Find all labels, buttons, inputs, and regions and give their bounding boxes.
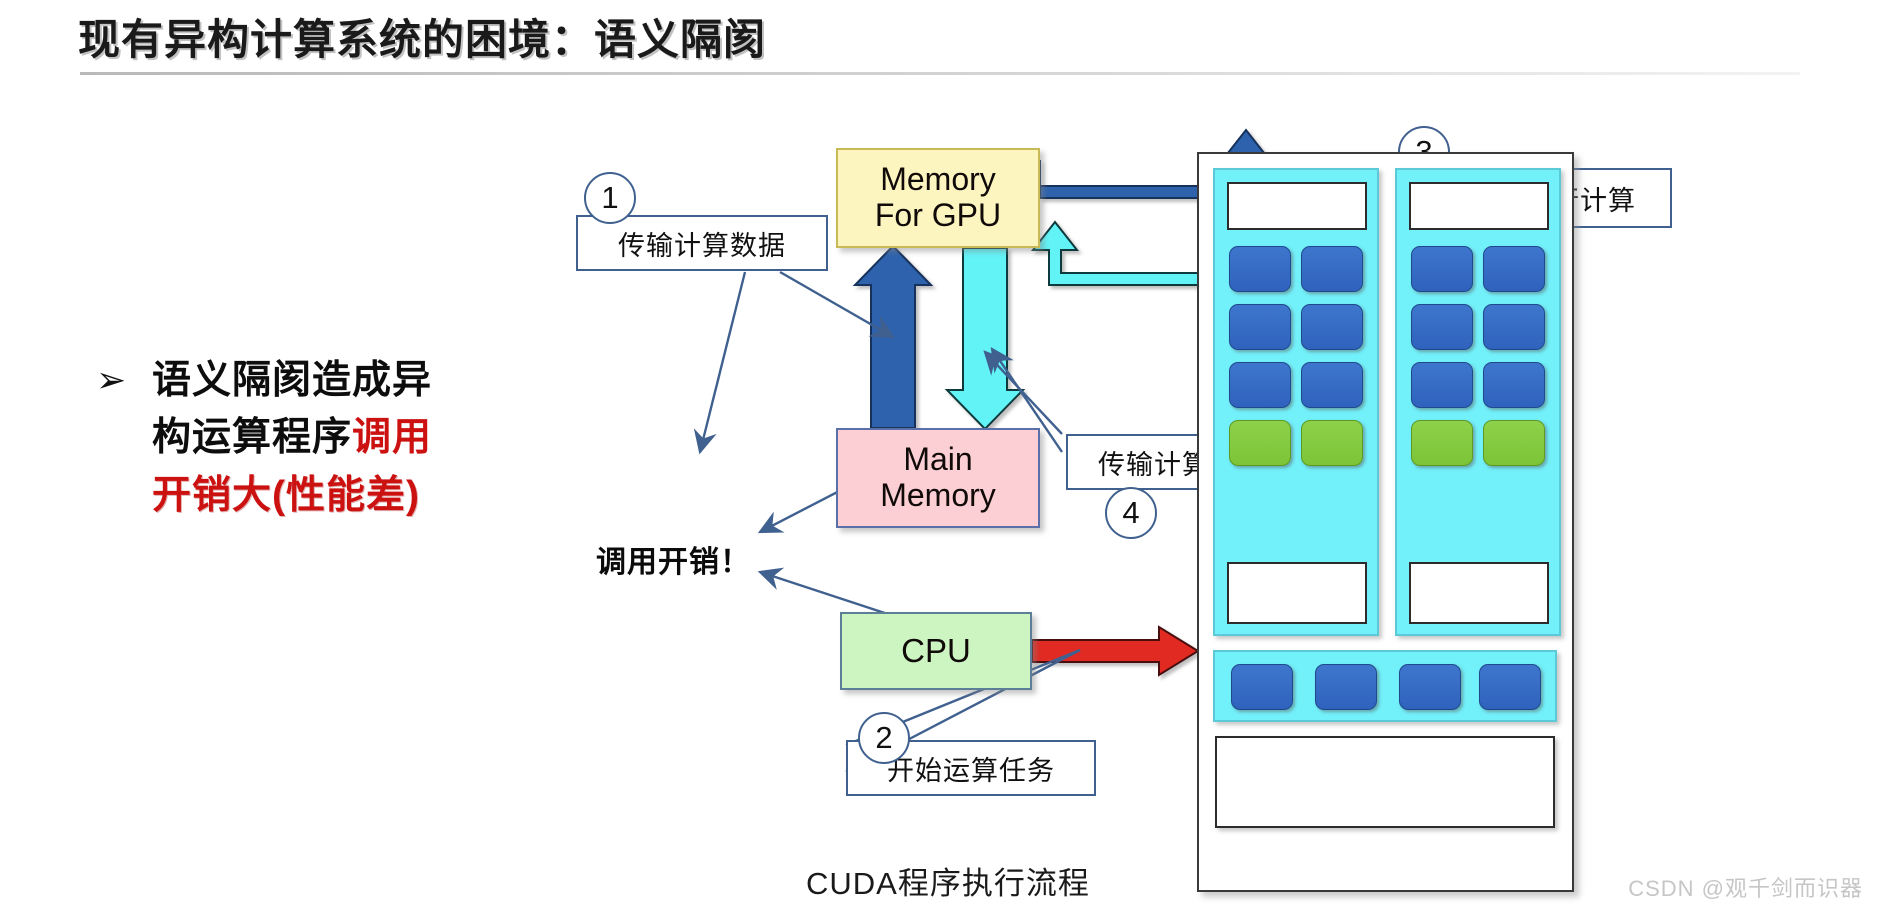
gpu-core bbox=[1483, 362, 1545, 408]
arrow-kernel-launch bbox=[1031, 625, 1200, 677]
gpu-memory-block: Memory For GPU bbox=[836, 148, 1040, 248]
gpu-core bbox=[1483, 246, 1545, 292]
gpu-core-special bbox=[1411, 420, 1473, 466]
gpu-memory-label-line2: For GPU bbox=[874, 197, 1002, 233]
main-memory-label-line1: Main bbox=[903, 441, 973, 478]
gpu-core-special bbox=[1229, 420, 1291, 466]
cpu-label: CPU bbox=[901, 631, 971, 669]
diagram-caption: CUDA程序执行流程 bbox=[806, 866, 1090, 901]
sm-cache-top bbox=[1409, 182, 1549, 230]
gpu-core bbox=[1229, 304, 1291, 350]
step-number-4: 4 bbox=[1105, 487, 1157, 539]
streaming-multiprocessor-right bbox=[1395, 168, 1561, 636]
gpu-core-special bbox=[1301, 420, 1363, 466]
gpu-global-memory-bar bbox=[1215, 736, 1555, 828]
main-memory-block: Main Memory bbox=[836, 428, 1040, 528]
gpu-core bbox=[1483, 304, 1545, 350]
arrow-download-to-main-memory bbox=[944, 247, 1026, 431]
gpu-core bbox=[1301, 362, 1363, 408]
arrow-upload-to-gpu-memory bbox=[852, 244, 934, 429]
cpu-block: CPU bbox=[840, 612, 1032, 690]
gpu-core bbox=[1411, 362, 1473, 408]
gpu-core bbox=[1301, 246, 1363, 292]
sm-cache-bottom bbox=[1409, 562, 1549, 624]
gpu-core bbox=[1399, 664, 1461, 710]
sm-cache-bottom bbox=[1227, 562, 1367, 624]
gpu-core bbox=[1231, 664, 1293, 710]
gpu-core bbox=[1315, 664, 1377, 710]
gpu-core bbox=[1411, 304, 1473, 350]
gpu-core bbox=[1301, 304, 1363, 350]
step-number-1: 1 bbox=[584, 172, 636, 224]
call-overhead-label: 调用开销！ bbox=[596, 546, 751, 579]
gpu-core bbox=[1229, 246, 1291, 292]
gpu-memory-label-line1: Memory bbox=[880, 161, 996, 198]
watermark: CSDN @观千剑而识器 bbox=[1628, 876, 1863, 901]
gpu-core bbox=[1411, 246, 1473, 292]
gpu-core bbox=[1229, 362, 1291, 408]
streaming-multiprocessor-left bbox=[1213, 168, 1379, 636]
gpu-panel bbox=[1197, 152, 1574, 892]
cuda-flow-diagram: Memory For GPU Main Memory CPU 传输计算数据 1 … bbox=[0, 0, 1885, 917]
gpu-core-special bbox=[1483, 420, 1545, 466]
main-memory-label-line2: Memory bbox=[880, 477, 996, 513]
gpu-core bbox=[1479, 664, 1541, 710]
sm-cache-top bbox=[1227, 182, 1367, 230]
step-number-2: 2 bbox=[858, 712, 910, 764]
gpu-wide-core-bar bbox=[1213, 650, 1557, 722]
callout-1-leaders bbox=[693, 270, 896, 455]
